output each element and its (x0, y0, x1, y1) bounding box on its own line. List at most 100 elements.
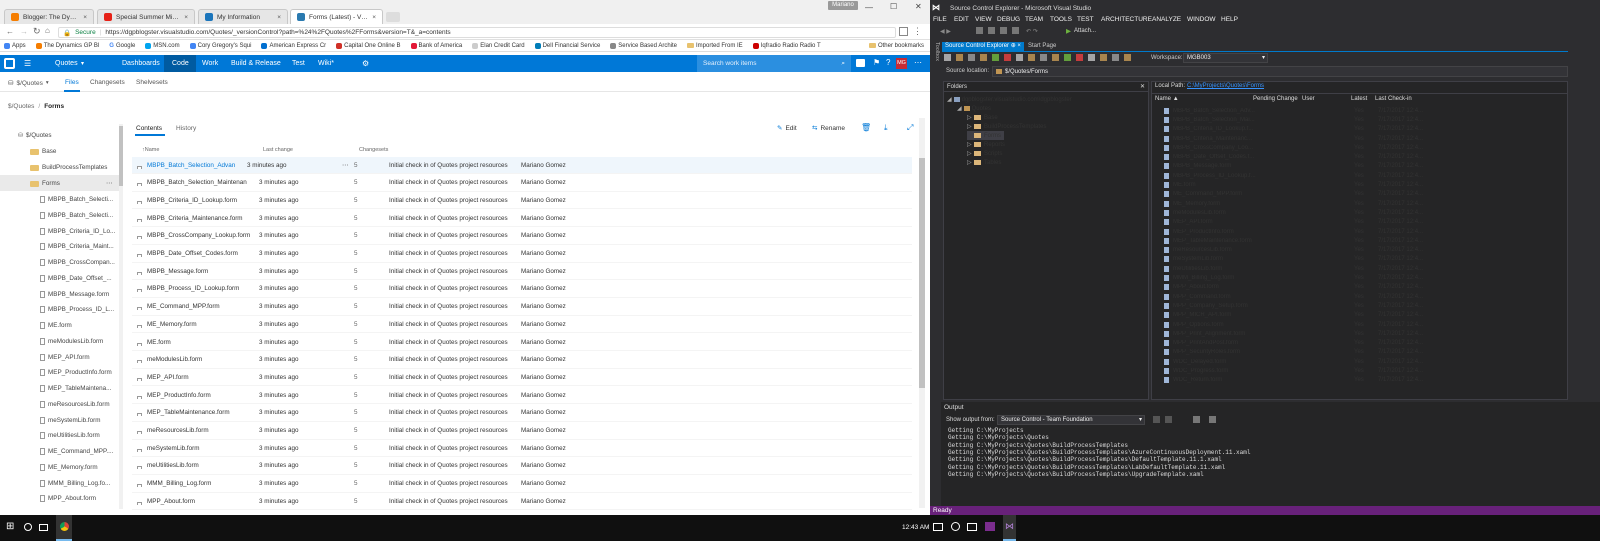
browser-tab-forms[interactable]: Forms (Latest) - Visual S × (290, 9, 383, 24)
close-icon[interactable]: × (277, 14, 281, 21)
tree-file[interactable]: MBPB_Message.form (40, 287, 109, 302)
visual-studio-icon[interactable]: ⋈ (1005, 522, 1014, 531)
windows-start-icon[interactable]: ⊞ (6, 521, 16, 532)
refresh-icon[interactable] (944, 54, 951, 61)
file-row[interactable]: meModulesLib.form Yes 7/17/2017 12:4... (1155, 208, 1565, 217)
open-icon[interactable] (988, 27, 995, 34)
table-row[interactable]: MBPB_Batch_Selection_Advan 3 minutes ago ⋯… (132, 157, 912, 174)
download-icon[interactable]: ⤓ (884, 123, 888, 133)
file-name-cell[interactable]: MBPB_Date_Offset_Codes.form (132, 250, 259, 257)
close-icon[interactable]: × (372, 14, 376, 21)
file-name-cell[interactable]: MEP_TableMaintenance.form (132, 409, 259, 417)
nav-wiki[interactable]: Wiki* (318, 60, 334, 67)
file-row[interactable]: WDC_Progress.form Yes 7/17/2017 12:4... (1155, 366, 1565, 375)
file-row[interactable]: MPP_Print_Alignment.form Yes 7/17/2017 12:… (1155, 329, 1565, 338)
task-view-icon[interactable] (967, 523, 977, 531)
tab-start-page[interactable]: Start Page (1028, 42, 1056, 51)
save-icon[interactable] (1000, 27, 1007, 34)
nav-code[interactable]: Code (172, 60, 189, 67)
history-icon[interactable] (1076, 54, 1083, 61)
close-icon[interactable]: × (83, 14, 87, 21)
changeset-cell[interactable]: 5 (354, 480, 389, 487)
toolbox-tab[interactable]: Toolbox (932, 42, 940, 102)
file-name-cell[interactable]: MPP_About.form (132, 498, 259, 505)
file-row[interactable]: MBPB_Criteria_Maintenanc... Yes 7/17/2017 … (1155, 134, 1565, 143)
bookmark-item[interactable]: Capital One Online B (336, 42, 401, 49)
menu-file[interactable]: FILE (933, 16, 947, 23)
table-row[interactable]: MBPB_Date_Offset_Codes.form 3 minutes ago… (132, 246, 912, 263)
unshelve-icon[interactable] (1100, 54, 1107, 61)
changeset-cell[interactable]: 5 (354, 339, 389, 346)
tree-scrollbar[interactable] (119, 124, 123, 509)
table-row[interactable]: meModulesLib.form 3 minutes ago 5 Initial c… (132, 352, 912, 369)
menu-view[interactable]: VIEW (975, 16, 992, 23)
checkin-icon[interactable] (1064, 54, 1071, 61)
expand-icon[interactable]: ▷ (967, 114, 974, 121)
tree-file[interactable]: ME_Command_MPP.... (40, 444, 113, 459)
home-icon[interactable]: ⌂ (45, 26, 50, 35)
close-window-icon[interactable]: ✕ (915, 2, 922, 11)
edit-button[interactable]: ✎ Edit (777, 124, 797, 133)
breadcrumb-root[interactable]: $/Quotes (8, 103, 34, 110)
file-name-cell[interactable]: MMM_Billing_Log.form (132, 480, 259, 488)
file-row[interactable]: meUtilitiesLib.form Yes 7/17/2017 12:4... (1155, 264, 1565, 273)
bookmark-item[interactable]: American Express Cr (261, 42, 326, 49)
table-row[interactable]: MMM_Billing_Log.form 3 minutes ago 5 Initia… (132, 476, 912, 493)
file-row[interactable]: MPP_Options.form Yes 7/17/2017 12:4... (1155, 320, 1565, 329)
table-row[interactable]: meUtilitiesLib.form 3 minutes ago 5 Initial… (132, 458, 912, 475)
minimize-icon[interactable]: — (865, 3, 873, 12)
tree-folder-buildprocesstemplates[interactable]: ▷ BuildProcessTemplates (967, 122, 1046, 131)
file-name-cell[interactable]: MBPB_Criteria_ID_Lookup.form (132, 197, 259, 204)
tab-source-control-explorer[interactable]: Source Control Explorer ⊕ × (942, 42, 1024, 51)
table-row[interactable]: MEP_API.form 3 minutes ago 5 Initial check … (132, 369, 912, 387)
tab-contents[interactable]: Contents (136, 125, 162, 132)
file-row[interactable]: MEP_API.form Yes 7/17/2017 12:4... (1155, 218, 1565, 227)
browser-tab-blogger[interactable]: Blogger: The Dynamics G × (4, 9, 94, 24)
bookmark-item[interactable]: Cory Gregory's Squi (189, 42, 251, 49)
bookmark-item[interactable]: Iqfradio Radio Radio T (752, 42, 821, 49)
bookmark-item[interactable]: G Google (109, 43, 135, 49)
menu-window[interactable]: WINDOW (1187, 16, 1216, 23)
changeset-cell[interactable]: 5 (354, 498, 389, 505)
column-last-change[interactable]: Last change (263, 147, 293, 153)
delete-icon[interactable] (1004, 54, 1011, 61)
file-name-cell[interactable]: MBPB_CrossCompany_Lookup.form (132, 232, 259, 240)
word-wrap-icon[interactable] (1209, 416, 1216, 423)
tree-folder-forms[interactable]: Forms (967, 131, 1004, 141)
project-name[interactable]: Quotes (55, 60, 78, 67)
bookmark-folder[interactable]: Imported From IE (687, 43, 743, 49)
file-row[interactable]: MPP_SecurityRoles.form Yes 7/17/2017 12:4.… (1155, 348, 1565, 357)
bookmark-item[interactable]: Service Based Archite (610, 42, 677, 49)
file-row[interactable]: WDC_Return.form Yes 7/17/2017 12:4... (1155, 376, 1565, 385)
expand-icon[interactable]: ▷ (967, 159, 974, 166)
menu-analyze[interactable]: ANALYZE (1152, 16, 1181, 23)
menu-test[interactable]: TEST (1077, 16, 1094, 23)
output-source-select[interactable]: Source Control - Team Foundation ▾ (997, 415, 1145, 425)
address-bar[interactable]: 🔒 Secure | https://dgpblogster.visualstu… (58, 27, 896, 38)
table-row[interactable]: MEP_TableMaintenance.form 3 minutes ago 5 I… (132, 405, 912, 422)
expand-icon[interactable]: ▷ (967, 123, 974, 130)
tree-project[interactable]: ◢ Quotes (957, 104, 991, 113)
file-row[interactable]: meSystemLib.form Yes 7/17/2017 12:4... (1155, 255, 1565, 264)
tree-folder-buildprocesstemplates[interactable]: BuildProcessTemplates (30, 160, 107, 175)
tree-folder-base[interactable]: ▷ Base (967, 113, 998, 122)
bookmark-item[interactable]: Elan Credit Card (472, 42, 525, 49)
file-name-cell[interactable]: MEP_ProductInfo.form (132, 392, 259, 399)
tree-server[interactable]: ◢ dgpblogster.visualstudio.com\dgpblogst… (947, 95, 1072, 104)
rename-button[interactable]: ⇆ Rename (812, 124, 845, 133)
changeset-cell[interactable]: 5 (354, 162, 389, 169)
table-row[interactable]: MBPB_Criteria_ID_Lookup.form 3 minutes ag… (132, 192, 912, 210)
file-row[interactable]: MPP_MICR_API.form Yes 7/17/2017 12:4... (1155, 311, 1565, 320)
more-icon[interactable]: ⋯ (914, 58, 922, 67)
nav-work[interactable]: Work (202, 60, 218, 67)
table-row[interactable]: meResourcesLib.form 3 minutes ago 5 Initial… (132, 423, 912, 440)
file-row[interactable]: WDC_Delayed.form Yes 7/17/2017 12:4... (1155, 357, 1565, 366)
menu-help[interactable]: HELP (1221, 16, 1238, 23)
tree-folder-tables[interactable]: ▷ Tables (967, 158, 1001, 167)
changeset-cell[interactable]: 5 (354, 427, 389, 434)
home-icon[interactable] (956, 54, 963, 61)
file-name-cell[interactable]: meUtilitiesLib.form (132, 462, 259, 470)
file-name-cell[interactable]: ME.form (132, 339, 259, 346)
table-row[interactable]: MBPB_Process_ID_Lookup.form 3 minutes ago… (132, 281, 912, 298)
table-row[interactable]: ME_Command_MPP.form 3 minutes ago 5 Initial… (132, 299, 912, 316)
